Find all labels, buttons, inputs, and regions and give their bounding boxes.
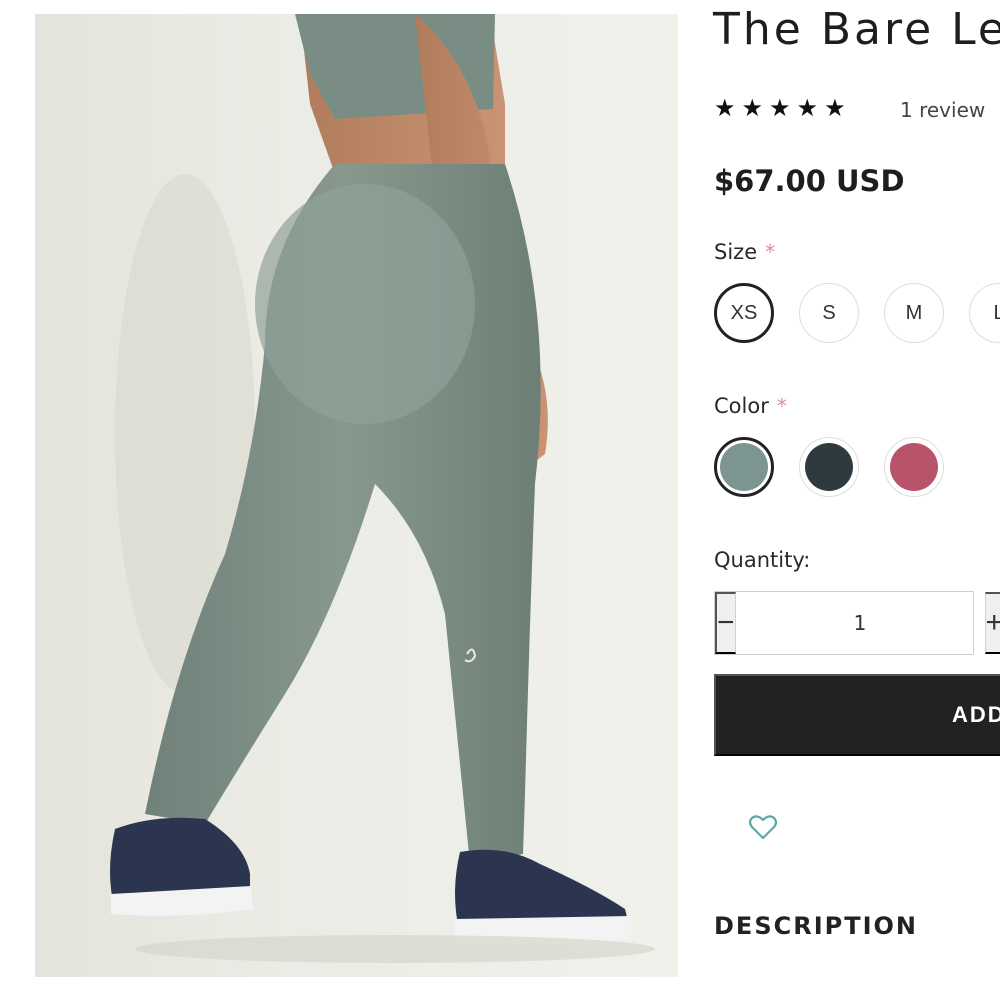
quantity-label: Quantity:: [714, 548, 811, 572]
star-rating[interactable]: ★ ★ ★ ★ ★: [714, 94, 846, 122]
star-icon: ★: [714, 94, 736, 122]
increase-quantity-button[interactable]: +: [984, 592, 1000, 654]
color-swatch: [720, 443, 768, 491]
color-option-sage-green[interactable]: [714, 437, 774, 497]
size-option-s[interactable]: S: [799, 283, 859, 343]
size-label-text: Size: [714, 240, 758, 264]
add-to-cart-button[interactable]: ADD: [714, 674, 1000, 756]
color-option-rose[interactable]: [884, 437, 944, 497]
color-label: Color *: [714, 394, 787, 418]
size-option-m[interactable]: M: [884, 283, 944, 343]
color-swatch: [890, 443, 938, 491]
review-count-link[interactable]: 1 review: [900, 98, 985, 122]
required-mark: *: [776, 394, 787, 418]
size-options: XS S M L: [714, 283, 1000, 343]
quantity-stepper: − +: [714, 591, 1000, 655]
color-label-text: Color: [714, 394, 769, 418]
size-option-xs[interactable]: XS: [714, 283, 774, 343]
heart-outline-icon[interactable]: [748, 813, 778, 841]
product-image[interactable]: [35, 14, 678, 977]
size-option-l[interactable]: L: [969, 283, 1000, 343]
star-icon: ★: [796, 94, 819, 122]
leggings-photo: [110, 14, 655, 963]
product-price: $67.00 USD: [714, 164, 905, 198]
star-icon: ★: [741, 94, 764, 122]
required-mark: *: [765, 240, 776, 264]
color-option-charcoal[interactable]: [799, 437, 859, 497]
star-icon: ★: [824, 94, 846, 122]
product-title: The Bare Le: [713, 4, 1000, 55]
size-label: Size *: [714, 240, 775, 264]
star-icon: ★: [769, 94, 791, 122]
decrease-quantity-button[interactable]: −: [715, 592, 736, 654]
quantity-input[interactable]: [735, 592, 985, 654]
color-swatch: [805, 443, 853, 491]
description-heading: DESCRIPTION: [714, 912, 919, 940]
color-options: [714, 437, 944, 497]
